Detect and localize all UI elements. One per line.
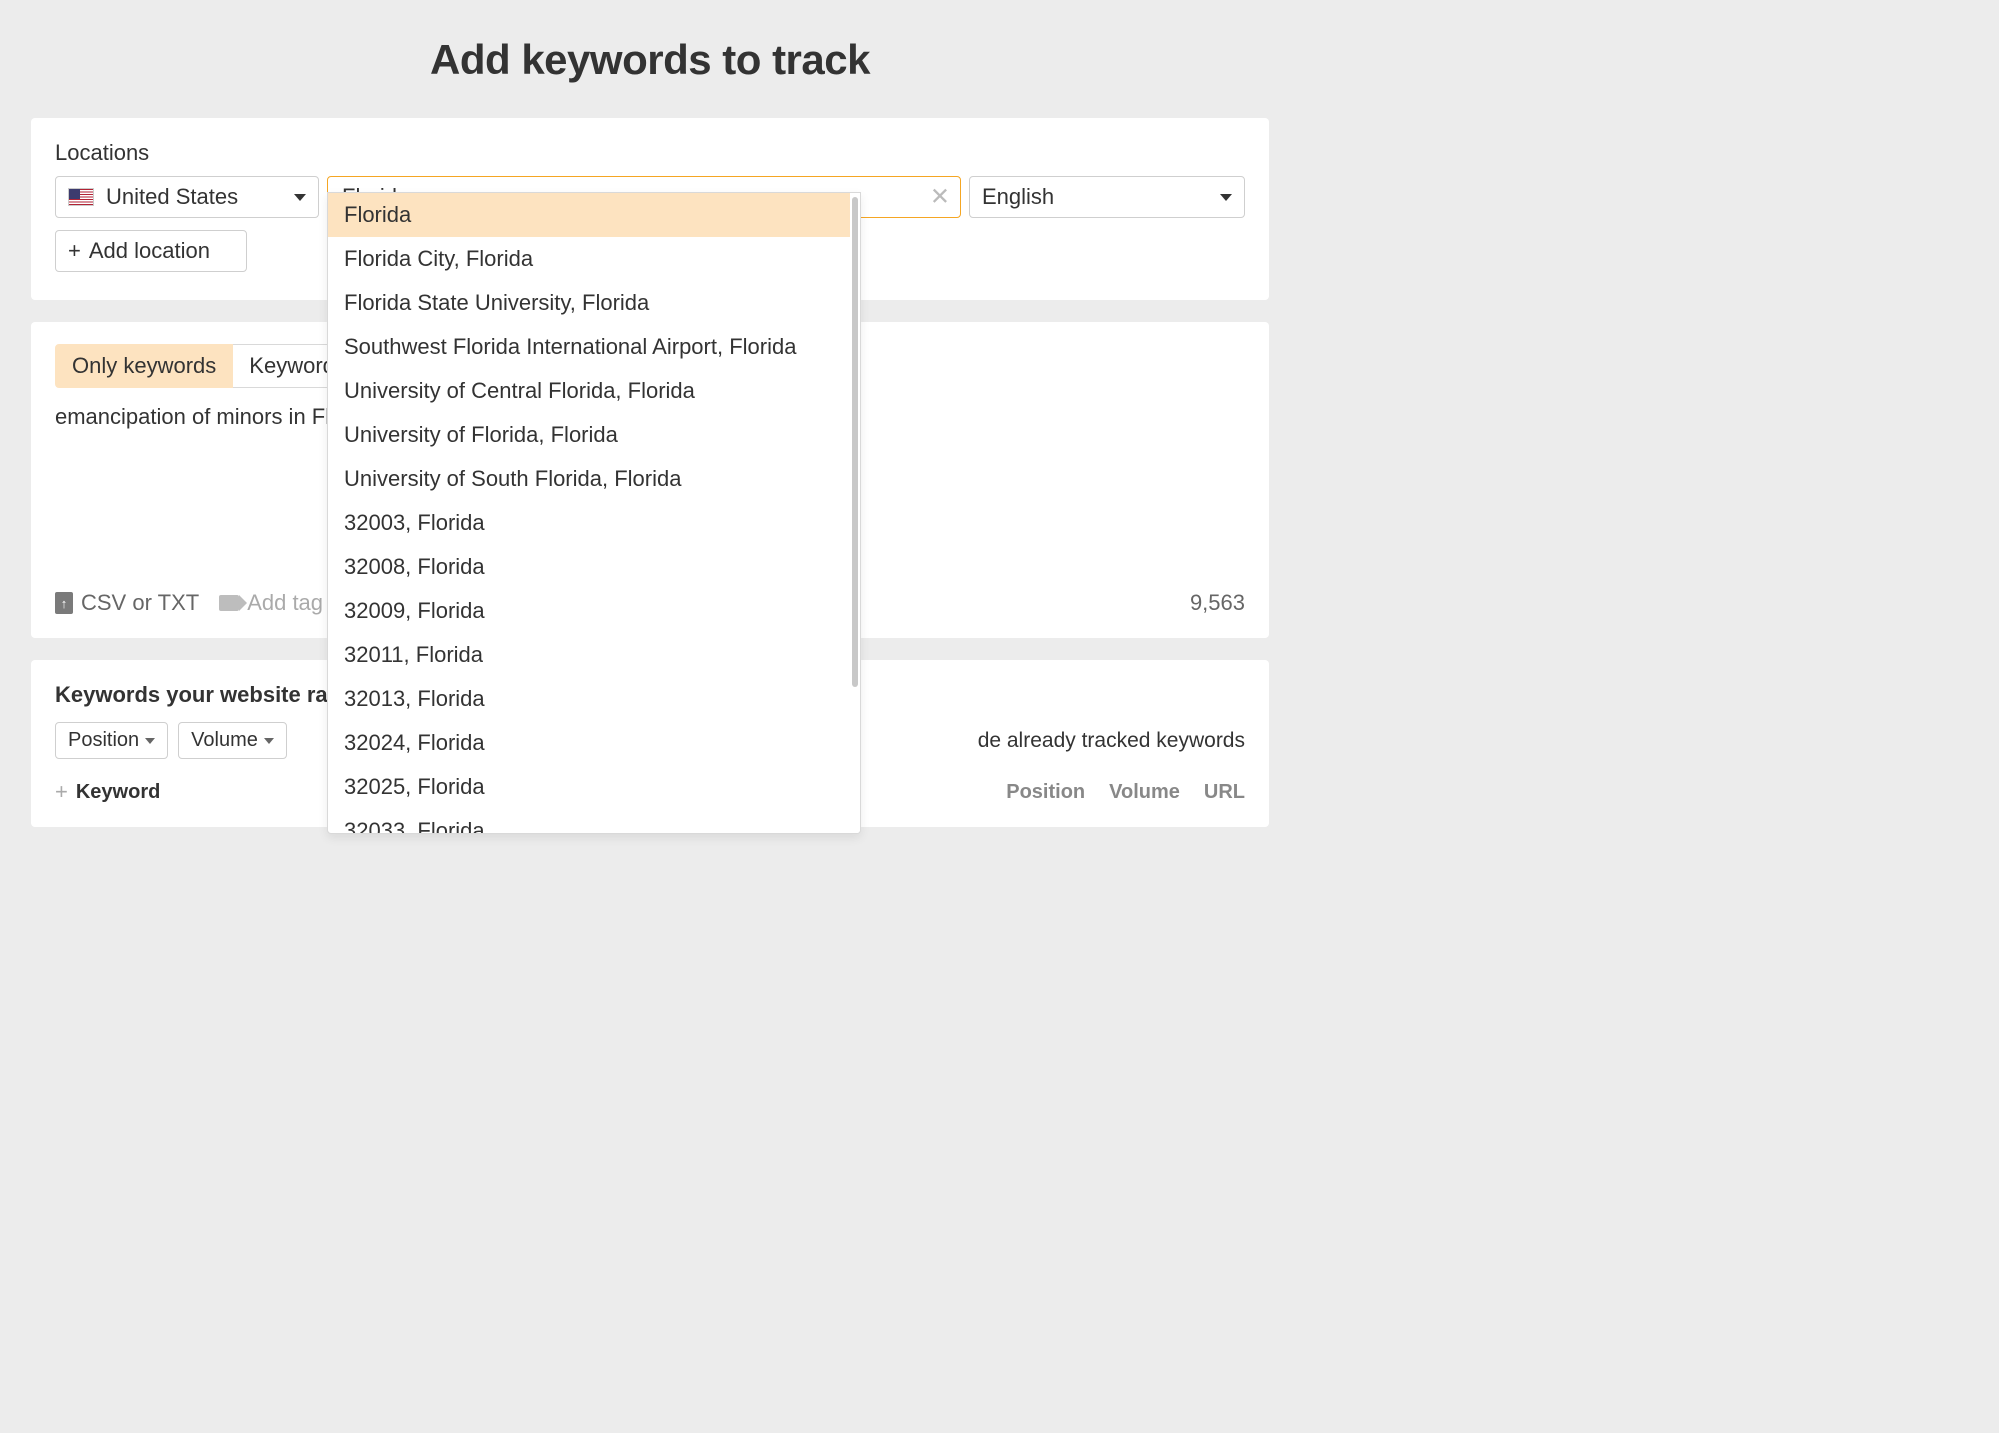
location-suggestion-item[interactable]: University of South Florida, Florida (328, 457, 850, 501)
plus-icon[interactable]: + (55, 779, 68, 805)
chevron-down-icon (145, 738, 155, 744)
column-keyword[interactable]: Keyword (76, 781, 160, 804)
tab-only-keywords[interactable]: Only keywords (55, 344, 233, 388)
location-suggestion-item[interactable]: 32013, Florida (328, 677, 850, 721)
location-suggestion-item[interactable]: University of Central Florida, Florida (328, 369, 850, 413)
scrollbar-thumb[interactable] (852, 197, 858, 687)
tag-icon (219, 595, 239, 611)
location-suggestion-item[interactable]: Florida City, Florida (328, 237, 850, 281)
volume-filter[interactable]: Volume (178, 722, 287, 759)
add-tag-label: Add tag (247, 590, 323, 616)
country-value: United States (106, 184, 238, 210)
dropdown-scrollbar[interactable] (850, 193, 860, 833)
plus-icon: + (68, 238, 81, 264)
locations-label: Locations (55, 140, 1245, 166)
page-title: Add keywords to track (0, 36, 1300, 84)
location-suggestion-item[interactable]: 32025, Florida (328, 765, 850, 809)
volume-filter-label: Volume (191, 729, 258, 752)
column-position[interactable]: Position (1006, 781, 1085, 804)
chevron-down-icon (294, 194, 306, 201)
chevron-down-icon (1220, 194, 1232, 201)
column-url[interactable]: URL (1204, 781, 1245, 804)
location-suggestion-item[interactable]: 32024, Florida (328, 721, 850, 765)
language-select[interactable]: English (969, 176, 1245, 218)
locations-panel: Locations United States ✕ English + Add … (31, 118, 1269, 300)
language-value: English (982, 184, 1054, 210)
location-suggestion-item[interactable]: Southwest Florida International Airport,… (328, 325, 850, 369)
add-location-label: Add location (89, 238, 210, 264)
keyword-remaining-count: 9,563 (1190, 590, 1245, 616)
upload-icon (55, 592, 73, 614)
position-filter[interactable]: Position (55, 722, 168, 759)
location-suggestions-list[interactable]: FloridaFlorida City, FloridaFlorida Stat… (328, 193, 850, 833)
column-volume[interactable]: Volume (1109, 781, 1180, 804)
location-suggestion-item[interactable]: 32033, Florida (328, 809, 850, 833)
location-suggestion-item[interactable]: University of Florida, Florida (328, 413, 850, 457)
add-location-button[interactable]: + Add location (55, 230, 247, 272)
upload-csv-button[interactable]: CSV or TXT (55, 590, 199, 616)
us-flag-icon (68, 188, 94, 206)
location-suggestions-dropdown: FloridaFlorida City, FloridaFlorida Stat… (327, 192, 861, 834)
position-filter-label: Position (68, 729, 139, 752)
hide-tracked-text: de already tracked keywords (978, 729, 1245, 753)
location-suggestion-item[interactable]: 32003, Florida (328, 501, 850, 545)
location-suggestion-item[interactable]: 32008, Florida (328, 545, 850, 589)
location-suggestion-item[interactable]: 32009, Florida (328, 589, 850, 633)
location-suggestion-item[interactable]: 32011, Florida (328, 633, 850, 677)
clear-input-icon[interactable]: ✕ (930, 183, 950, 212)
add-tag-button[interactable]: Add tag (219, 590, 323, 616)
location-suggestion-item[interactable]: Florida (328, 193, 850, 237)
chevron-down-icon (264, 738, 274, 744)
location-suggestion-item[interactable]: Florida State University, Florida (328, 281, 850, 325)
country-select[interactable]: United States (55, 176, 319, 218)
upload-label: CSV or TXT (81, 590, 199, 616)
